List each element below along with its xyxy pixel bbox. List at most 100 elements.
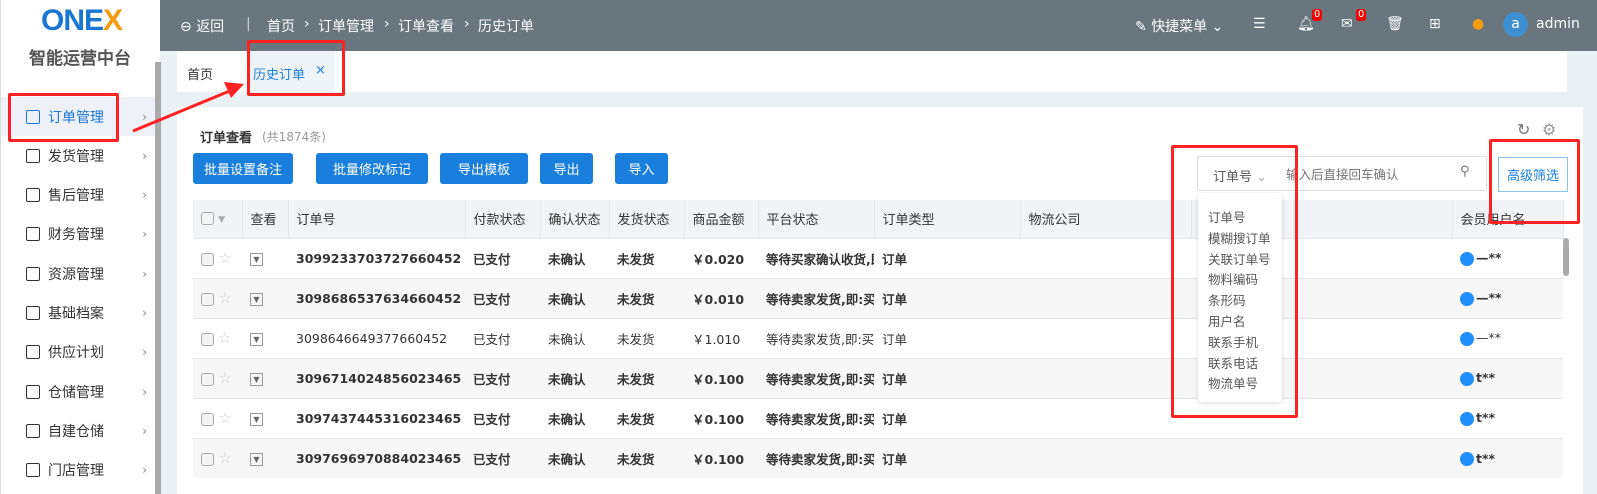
apps-icon[interactable]: ⊞ <box>1429 16 1441 32</box>
row-checkbox[interactable] <box>201 373 214 386</box>
confirm-status: 未确认 <box>540 437 609 478</box>
member-name: t** <box>1476 410 1496 426</box>
row-checkbox[interactable] <box>201 413 214 426</box>
search-icon[interactable]: ⚲ <box>1460 164 1470 179</box>
col-header[interactable]: 发货状态 <box>609 200 685 238</box>
bell-badge: 0 <box>1312 9 1323 21</box>
sidebar-item-label: 自建仓储 <box>48 423 104 440</box>
pay-status: 已支付 <box>465 357 540 398</box>
col-header[interactable]: 物流公司 <box>1020 200 1192 238</box>
ship-status: 未发货 <box>609 437 684 478</box>
member-name: —** <box>1476 250 1502 266</box>
pay-status: 已支付 <box>465 277 540 318</box>
refresh-icon[interactable]: ↻ <box>1517 120 1530 139</box>
menu-icon <box>26 423 40 438</box>
qq-icon <box>1460 291 1474 306</box>
table-row[interactable]: ☆ ▼ 3096714024856023465 已支付 未确认 未发货 ￥0.1… <box>193 357 1563 398</box>
chevron-right-icon: › <box>142 423 147 438</box>
sidebar-item-label: 资源管理 <box>48 266 104 283</box>
star-icon[interactable]: ☆ <box>218 249 231 267</box>
expand-icon[interactable]: ▼ <box>250 252 263 266</box>
order-type: 订单 <box>874 317 1020 358</box>
avatar[interactable]: a <box>1503 12 1528 37</box>
sidebar-item[interactable]: 基础档案 › <box>1 294 155 333</box>
export-button[interactable]: 导出 <box>540 153 593 184</box>
qq-icon <box>1460 331 1474 346</box>
ship-status: 未发货 <box>609 397 684 438</box>
confirm-status: 未确认 <box>540 357 609 398</box>
sidebar-item[interactable]: 仓储管理 › <box>1 372 155 411</box>
order-id[interactable]: 3098646649377660452 <box>288 317 465 358</box>
shield-icon[interactable]: ● <box>1472 16 1484 32</box>
col-header[interactable]: 订单号 <box>288 200 466 238</box>
col-header[interactable]: 订单类型 <box>874 200 1021 238</box>
star-icon[interactable]: ☆ <box>218 289 231 307</box>
col-header[interactable]: 确认状态 <box>540 200 610 238</box>
sidebar-item-label: 基础档案 <box>48 306 104 322</box>
star-icon[interactable]: ☆ <box>218 409 231 427</box>
search-input[interactable] <box>1286 163 1456 185</box>
sidebar-item-label: 门店管理 <box>48 463 104 480</box>
order-id[interactable]: 3097437445316023465 <box>288 397 465 438</box>
sidebar-item[interactable]: 门店管理 › <box>1 451 155 490</box>
col-header[interactable]: 付款状态 <box>465 200 541 238</box>
sidebar-item[interactable]: 供应计划 › <box>1 333 155 372</box>
trash-icon[interactable]: 🗑︎ <box>1386 16 1404 32</box>
order-type: 订单 <box>874 277 1020 318</box>
col-header: 查看 <box>242 200 289 238</box>
confirm-status: 未确认 <box>540 317 609 358</box>
list-icon[interactable]: ☰ <box>1253 16 1266 32</box>
table-scrollbar[interactable] <box>1563 238 1569 276</box>
order-id[interactable]: 3096714024856023465 <box>288 357 465 398</box>
order-id[interactable]: 3099233703727660452 <box>288 237 465 278</box>
row-checkbox[interactable] <box>201 453 214 467</box>
sidebar-item[interactable]: 财务管理 › <box>1 215 155 254</box>
expand-icon[interactable]: ▼ <box>250 292 263 306</box>
table-row[interactable]: ☆ ▼ 3098686537634660452 已支付 未确认 未发货 ￥0.0… <box>193 277 1563 318</box>
order-type: 订单 <box>874 357 1020 398</box>
ship-status: 未发货 <box>609 317 684 358</box>
star-icon[interactable]: ☆ <box>218 449 231 467</box>
username[interactable]: admin <box>1536 16 1580 32</box>
expand-icon[interactable]: ▼ <box>250 412 263 426</box>
sidebar-item[interactable]: 资源管理 › <box>1 254 155 293</box>
star-icon[interactable]: ☆ <box>218 369 231 387</box>
gear-icon[interactable]: ⚙ <box>1542 120 1556 139</box>
breadcrumb-order-view[interactable]: 订单查看 <box>398 16 454 36</box>
col-header[interactable]: 平台状态 <box>758 200 875 238</box>
table-row[interactable]: ☆ ▼ 3097437445316023465 已支付 未确认 未发货 ￥0.1… <box>193 397 1563 438</box>
expand-icon[interactable]: ▼ <box>250 372 263 386</box>
row-checkbox[interactable] <box>201 293 214 306</box>
annotation-box <box>1489 139 1580 224</box>
expand-icon[interactable]: ▼ <box>250 452 263 466</box>
import-button[interactable]: 导入 <box>615 153 668 184</box>
pay-status: 已支付 <box>465 437 540 478</box>
select-all-checkbox[interactable] <box>201 212 214 226</box>
chevron-right-icon: › <box>142 227 147 242</box>
breadcrumb-history: 历史订单 <box>478 19 534 35</box>
platform-status: 等待卖家发货,即:买家 <box>758 277 874 318</box>
order-type: 订单 <box>874 237 1020 278</box>
quick-menu[interactable]: ✎ 快捷菜单 ⌄ <box>1135 16 1223 36</box>
expand-icon[interactable]: ▼ <box>250 332 263 346</box>
ship-status: 未发货 <box>609 357 684 398</box>
qq-icon <box>1460 371 1474 386</box>
row-checkbox[interactable] <box>201 253 214 266</box>
row-checkbox[interactable] <box>201 333 214 346</box>
mail-icon[interactable]: ✉ <box>1341 16 1353 32</box>
export-template-button[interactable]: 导出模板 <box>440 153 528 184</box>
order-id[interactable]: 3097696970884023465 <box>288 437 465 478</box>
col-header[interactable]: 商品金额 <box>684 200 759 238</box>
sidebar-item[interactable]: 自建仓储 › <box>1 411 155 450</box>
member-name: t** <box>1476 370 1496 386</box>
table-row[interactable]: ☆ ▼ 3097696970884023465 已支付 未确认 未发货 ￥0.1… <box>193 437 1563 478</box>
table-row[interactable]: ☆ ▼ 3098646649377660452 已支付 未确认 未发货 ￥1.0… <box>193 317 1563 358</box>
menu-icon <box>26 266 40 281</box>
platform-status: 等待卖家发货,即:买家 <box>758 317 874 358</box>
select-all[interactable]: ▼ <box>193 200 243 238</box>
star-icon[interactable]: ☆ <box>218 329 231 347</box>
confirm-status: 未确认 <box>540 277 609 318</box>
order-id[interactable]: 3098686537634660452 <box>288 277 465 318</box>
confirm-status: 未确认 <box>540 397 609 438</box>
table-row[interactable]: ☆ ▼ 3099233703727660452 已支付 未确认 未发货 ￥0.0… <box>193 237 1563 278</box>
